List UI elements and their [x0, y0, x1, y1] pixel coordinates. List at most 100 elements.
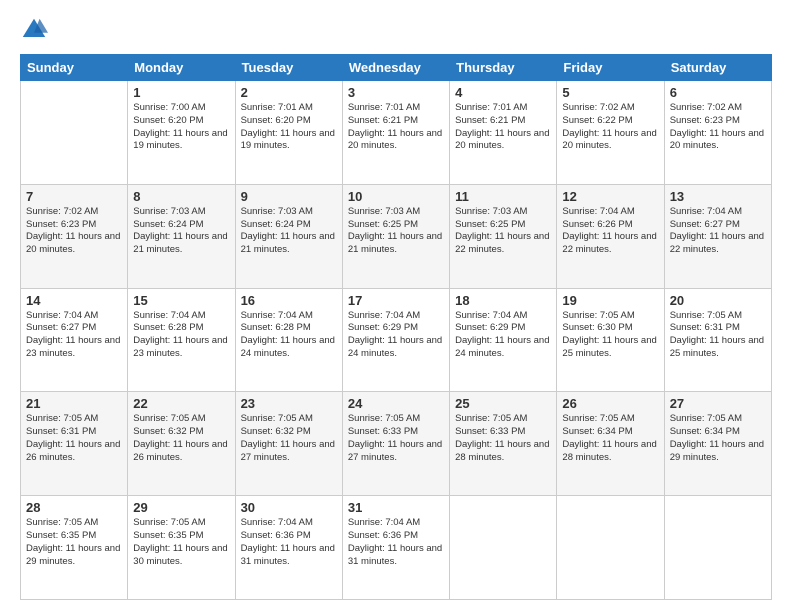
cell-info: Sunrise: 7:01 AMSunset: 6:21 PMDaylight:…: [455, 102, 551, 153]
cell-info: Sunrise: 7:05 AMSunset: 6:34 PMDaylight:…: [562, 413, 658, 464]
cell-day-number: 25: [455, 396, 551, 411]
calendar-cell: 9 Sunrise: 7:03 AMSunset: 6:24 PMDaylight…: [235, 184, 342, 288]
week-row-4: 21Sunrise: 7:05 AMSunset: 6:31 PMDayligh…: [21, 392, 772, 496]
cell-info: Sunrise: 7:04 AMSunset: 6:28 PMDaylight:…: [133, 310, 229, 361]
cell-day-number: 22: [133, 396, 229, 411]
col-header-friday: Friday: [557, 55, 664, 81]
cell-info: Sunrise: 7:03 AMSunset: 6:25 PMDaylight:…: [455, 206, 551, 257]
cell-info: Sunrise: 7:03 AMSunset: 6:24 PMDaylight:…: [133, 206, 229, 257]
logo-icon: [20, 16, 48, 44]
cell-day-number: 31: [348, 500, 444, 515]
calendar-cell: 16 Sunrise: 7:04 AMSunset: 6:28 PMDayligh…: [235, 288, 342, 392]
week-row-3: 14 Sunrise: 7:04 AMSunset: 6:27 PMDayligh…: [21, 288, 772, 392]
cell-info: Sunrise: 7:03 AMSunset: 6:24 PMDaylight:…: [241, 206, 337, 257]
calendar-cell: 27 Sunrise: 7:05 AMSunset: 6:34 PMDayligh…: [664, 392, 771, 496]
cell-info: Sunrise: 7:05 AMSunset: 6:33 PMDaylight:…: [455, 413, 551, 464]
cell-info: Sunrise: 7:03 AMSunset: 6:25 PMDaylight:…: [348, 206, 444, 257]
cell-day-number: 20: [670, 293, 766, 308]
calendar-cell: 2 Sunrise: 7:01 AMSunset: 6:20 PMDaylight…: [235, 81, 342, 185]
calendar-cell: 12 Sunrise: 7:04 AMSunset: 6:26 PMDayligh…: [557, 184, 664, 288]
calendar-cell: 17 Sunrise: 7:04 AMSunset: 6:29 PMDayligh…: [342, 288, 449, 392]
calendar-cell: 14 Sunrise: 7:04 AMSunset: 6:27 PMDayligh…: [21, 288, 128, 392]
calendar-cell: 20 Sunrise: 7:05 AMSunset: 6:31 PMDayligh…: [664, 288, 771, 392]
cell-day-number: 26: [562, 396, 658, 411]
cell-day-number: 10: [348, 189, 444, 204]
cell-day-number: 3: [348, 85, 444, 100]
calendar-cell: 5 Sunrise: 7:02 AMSunset: 6:22 PMDaylight…: [557, 81, 664, 185]
cell-info: Sunrise: 7:01 AMSunset: 6:20 PMDaylight:…: [241, 102, 337, 153]
calendar-cell: 18 Sunrise: 7:04 AMSunset: 6:29 PMDayligh…: [450, 288, 557, 392]
cell-day-number: 17: [348, 293, 444, 308]
calendar-cell: 19 Sunrise: 7:05 AMSunset: 6:30 PMDayligh…: [557, 288, 664, 392]
calendar-cell: 8 Sunrise: 7:03 AMSunset: 6:24 PMDaylight…: [128, 184, 235, 288]
cell-info: Sunrise: 7:04 AMSunset: 6:36 PMDaylight:…: [348, 517, 444, 568]
cell-info: Sunrise: 7:00 AMSunset: 6:20 PMDaylight:…: [133, 102, 229, 153]
col-header-sunday: Sunday: [21, 55, 128, 81]
calendar-cell: 26 Sunrise: 7:05 AMSunset: 6:34 PMDayligh…: [557, 392, 664, 496]
cell-info: Sunrise: 7:05 AMSunset: 6:35 PMDaylight:…: [133, 517, 229, 568]
cell-info: Sunrise: 7:02 AMSunset: 6:22 PMDaylight:…: [562, 102, 658, 153]
cell-day-number: 7: [26, 189, 122, 204]
col-header-tuesday: Tuesday: [235, 55, 342, 81]
calendar-cell: 3 Sunrise: 7:01 AMSunset: 6:21 PMDaylight…: [342, 81, 449, 185]
cell-day-number: 6: [670, 85, 766, 100]
cell-day-number: 23: [241, 396, 337, 411]
calendar-cell: [664, 496, 771, 600]
cell-info: Sunrise: 7:05 AMSunset: 6:32 PMDaylight:…: [133, 413, 229, 464]
cell-day-number: 19: [562, 293, 658, 308]
cell-day-number: 13: [670, 189, 766, 204]
calendar-cell: 11 Sunrise: 7:03 AMSunset: 6:25 PMDayligh…: [450, 184, 557, 288]
calendar-cell: [21, 81, 128, 185]
cell-info: Sunrise: 7:04 AMSunset: 6:29 PMDaylight:…: [348, 310, 444, 361]
cell-info: Sunrise: 7:04 AMSunset: 6:26 PMDaylight:…: [562, 206, 658, 257]
calendar-cell: 24 Sunrise: 7:05 AMSunset: 6:33 PMDayligh…: [342, 392, 449, 496]
cell-day-number: 8: [133, 189, 229, 204]
calendar-cell: 25 Sunrise: 7:05 AMSunset: 6:33 PMDayligh…: [450, 392, 557, 496]
cell-day-number: 1: [133, 85, 229, 100]
cell-day-number: 24: [348, 396, 444, 411]
cell-day-number: 2: [241, 85, 337, 100]
cell-info: Sunrise: 7:05 AMSunset: 6:30 PMDaylight:…: [562, 310, 658, 361]
calendar-cell: 4 Sunrise: 7:01 AMSunset: 6:21 PMDaylight…: [450, 81, 557, 185]
cell-info: Sunrise: 7:05 AMSunset: 6:34 PMDaylight:…: [670, 413, 766, 464]
page: SundayMondayTuesdayWednesdayThursdayFrid…: [0, 0, 792, 612]
cell-info: Sunrise: 7:05 AMSunset: 6:31 PMDaylight:…: [670, 310, 766, 361]
calendar-cell: 21Sunrise: 7:05 AMSunset: 6:31 PMDayligh…: [21, 392, 128, 496]
cell-day-number: 5: [562, 85, 658, 100]
cell-day-number: 12: [562, 189, 658, 204]
cell-info: Sunrise: 7:05 AMSunset: 6:33 PMDaylight:…: [348, 413, 444, 464]
calendar-cell: 10 Sunrise: 7:03 AMSunset: 6:25 PMDayligh…: [342, 184, 449, 288]
calendar-cell: [557, 496, 664, 600]
calendar-cell: 13 Sunrise: 7:04 AMSunset: 6:27 PMDayligh…: [664, 184, 771, 288]
cell-info: Sunrise: 7:04 AMSunset: 6:27 PMDaylight:…: [670, 206, 766, 257]
cell-info: Sunrise: 7:04 AMSunset: 6:27 PMDaylight:…: [26, 310, 122, 361]
cell-day-number: 29: [133, 500, 229, 515]
cell-info: Sunrise: 7:04 AMSunset: 6:28 PMDaylight:…: [241, 310, 337, 361]
calendar-cell: 31 Sunrise: 7:04 AMSunset: 6:36 PMDayligh…: [342, 496, 449, 600]
calendar-table: SundayMondayTuesdayWednesdayThursdayFrid…: [20, 54, 772, 600]
cell-day-number: 14: [26, 293, 122, 308]
col-header-monday: Monday: [128, 55, 235, 81]
cell-info: Sunrise: 7:05 AMSunset: 6:32 PMDaylight:…: [241, 413, 337, 464]
cell-day-number: 27: [670, 396, 766, 411]
cell-day-number: 4: [455, 85, 551, 100]
calendar-cell: 1 Sunrise: 7:00 AMSunset: 6:20 PMDaylight…: [128, 81, 235, 185]
cell-day-number: 9: [241, 189, 337, 204]
calendar-cell: 29 Sunrise: 7:05 AMSunset: 6:35 PMDayligh…: [128, 496, 235, 600]
header: [20, 16, 772, 44]
col-header-wednesday: Wednesday: [342, 55, 449, 81]
calendar-cell: 22 Sunrise: 7:05 AMSunset: 6:32 PMDayligh…: [128, 392, 235, 496]
cell-day-number: 18: [455, 293, 551, 308]
cell-day-number: 16: [241, 293, 337, 308]
cell-day-number: 30: [241, 500, 337, 515]
cell-info: Sunrise: 7:01 AMSunset: 6:21 PMDaylight:…: [348, 102, 444, 153]
calendar-cell: 6Sunrise: 7:02 AMSunset: 6:23 PMDaylight…: [664, 81, 771, 185]
col-header-saturday: Saturday: [664, 55, 771, 81]
col-header-thursday: Thursday: [450, 55, 557, 81]
cell-info: Sunrise: 7:04 AMSunset: 6:36 PMDaylight:…: [241, 517, 337, 568]
cell-day-number: 11: [455, 189, 551, 204]
cell-info: Sunrise: 7:04 AMSunset: 6:29 PMDaylight:…: [455, 310, 551, 361]
cell-info: Sunrise: 7:05 AMSunset: 6:35 PMDaylight:…: [26, 517, 122, 568]
cell-day-number: 21: [26, 396, 122, 411]
week-row-2: 7Sunrise: 7:02 AMSunset: 6:23 PMDaylight…: [21, 184, 772, 288]
